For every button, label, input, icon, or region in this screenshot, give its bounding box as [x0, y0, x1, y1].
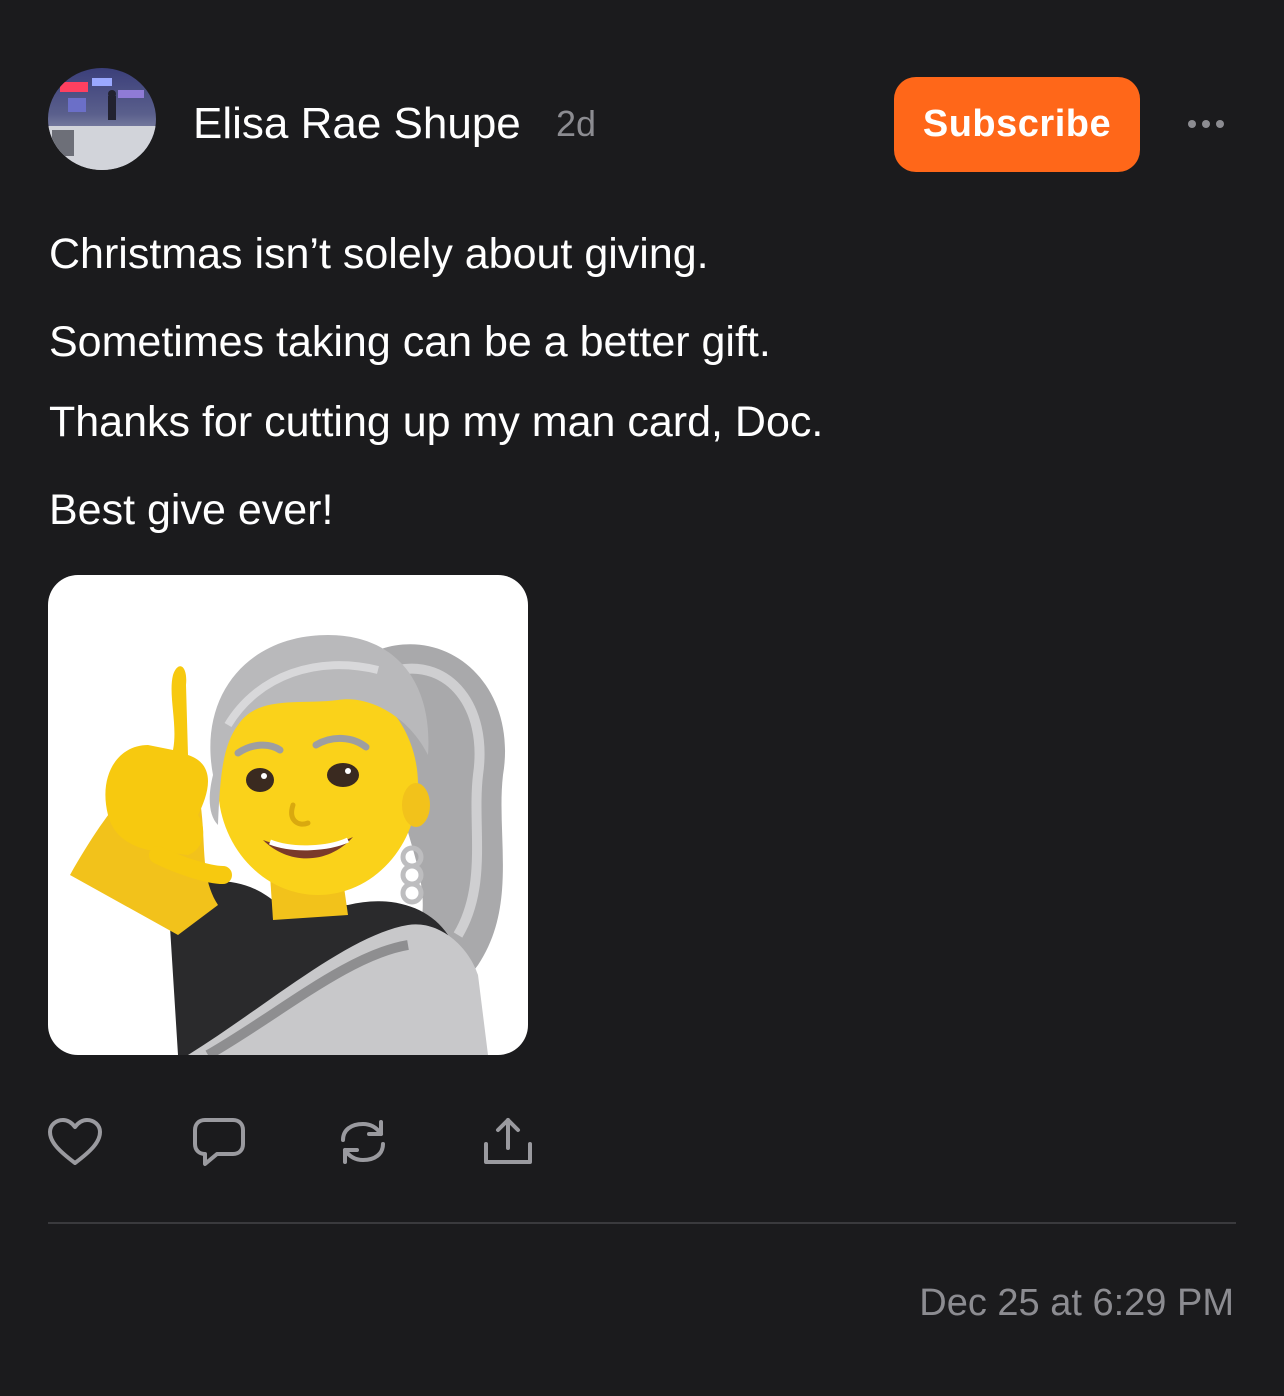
post-text-line: Christmas isn’t solely about giving. — [49, 230, 709, 278]
author-name[interactable]: Elisa Rae Shupe — [193, 98, 521, 150]
post-timestamp: Dec 25 at 6:29 PM — [919, 1282, 1234, 1324]
share-icon — [484, 1118, 532, 1164]
post-image[interactable] — [48, 575, 528, 1055]
like-button[interactable] — [47, 1114, 103, 1170]
memoji-image — [70, 635, 506, 1055]
post-text-line: Sometimes taking can be a better gift. — [49, 318, 771, 366]
restack-button[interactable] — [335, 1114, 391, 1170]
more-options-button[interactable] — [1184, 108, 1228, 140]
avatar-photo — [48, 68, 156, 170]
heart-icon — [48, 1118, 102, 1165]
post-text-line: Thanks for cutting up my man card, Doc. — [49, 398, 824, 446]
comment-icon — [193, 1118, 245, 1166]
divider — [48, 1222, 1236, 1224]
author-avatar[interactable] — [48, 68, 156, 170]
comment-button[interactable] — [191, 1114, 247, 1170]
post-text-line: Best give ever! — [49, 486, 334, 534]
restack-icon — [341, 1120, 385, 1164]
share-button[interactable] — [480, 1114, 536, 1170]
more-horizontal-icon — [1188, 120, 1224, 128]
post-card: Elisa Rae Shupe 2d Subscribe Christmas i… — [0, 0, 1284, 1396]
subscribe-button[interactable]: Subscribe — [894, 77, 1140, 172]
post-age: 2d — [556, 103, 597, 144]
